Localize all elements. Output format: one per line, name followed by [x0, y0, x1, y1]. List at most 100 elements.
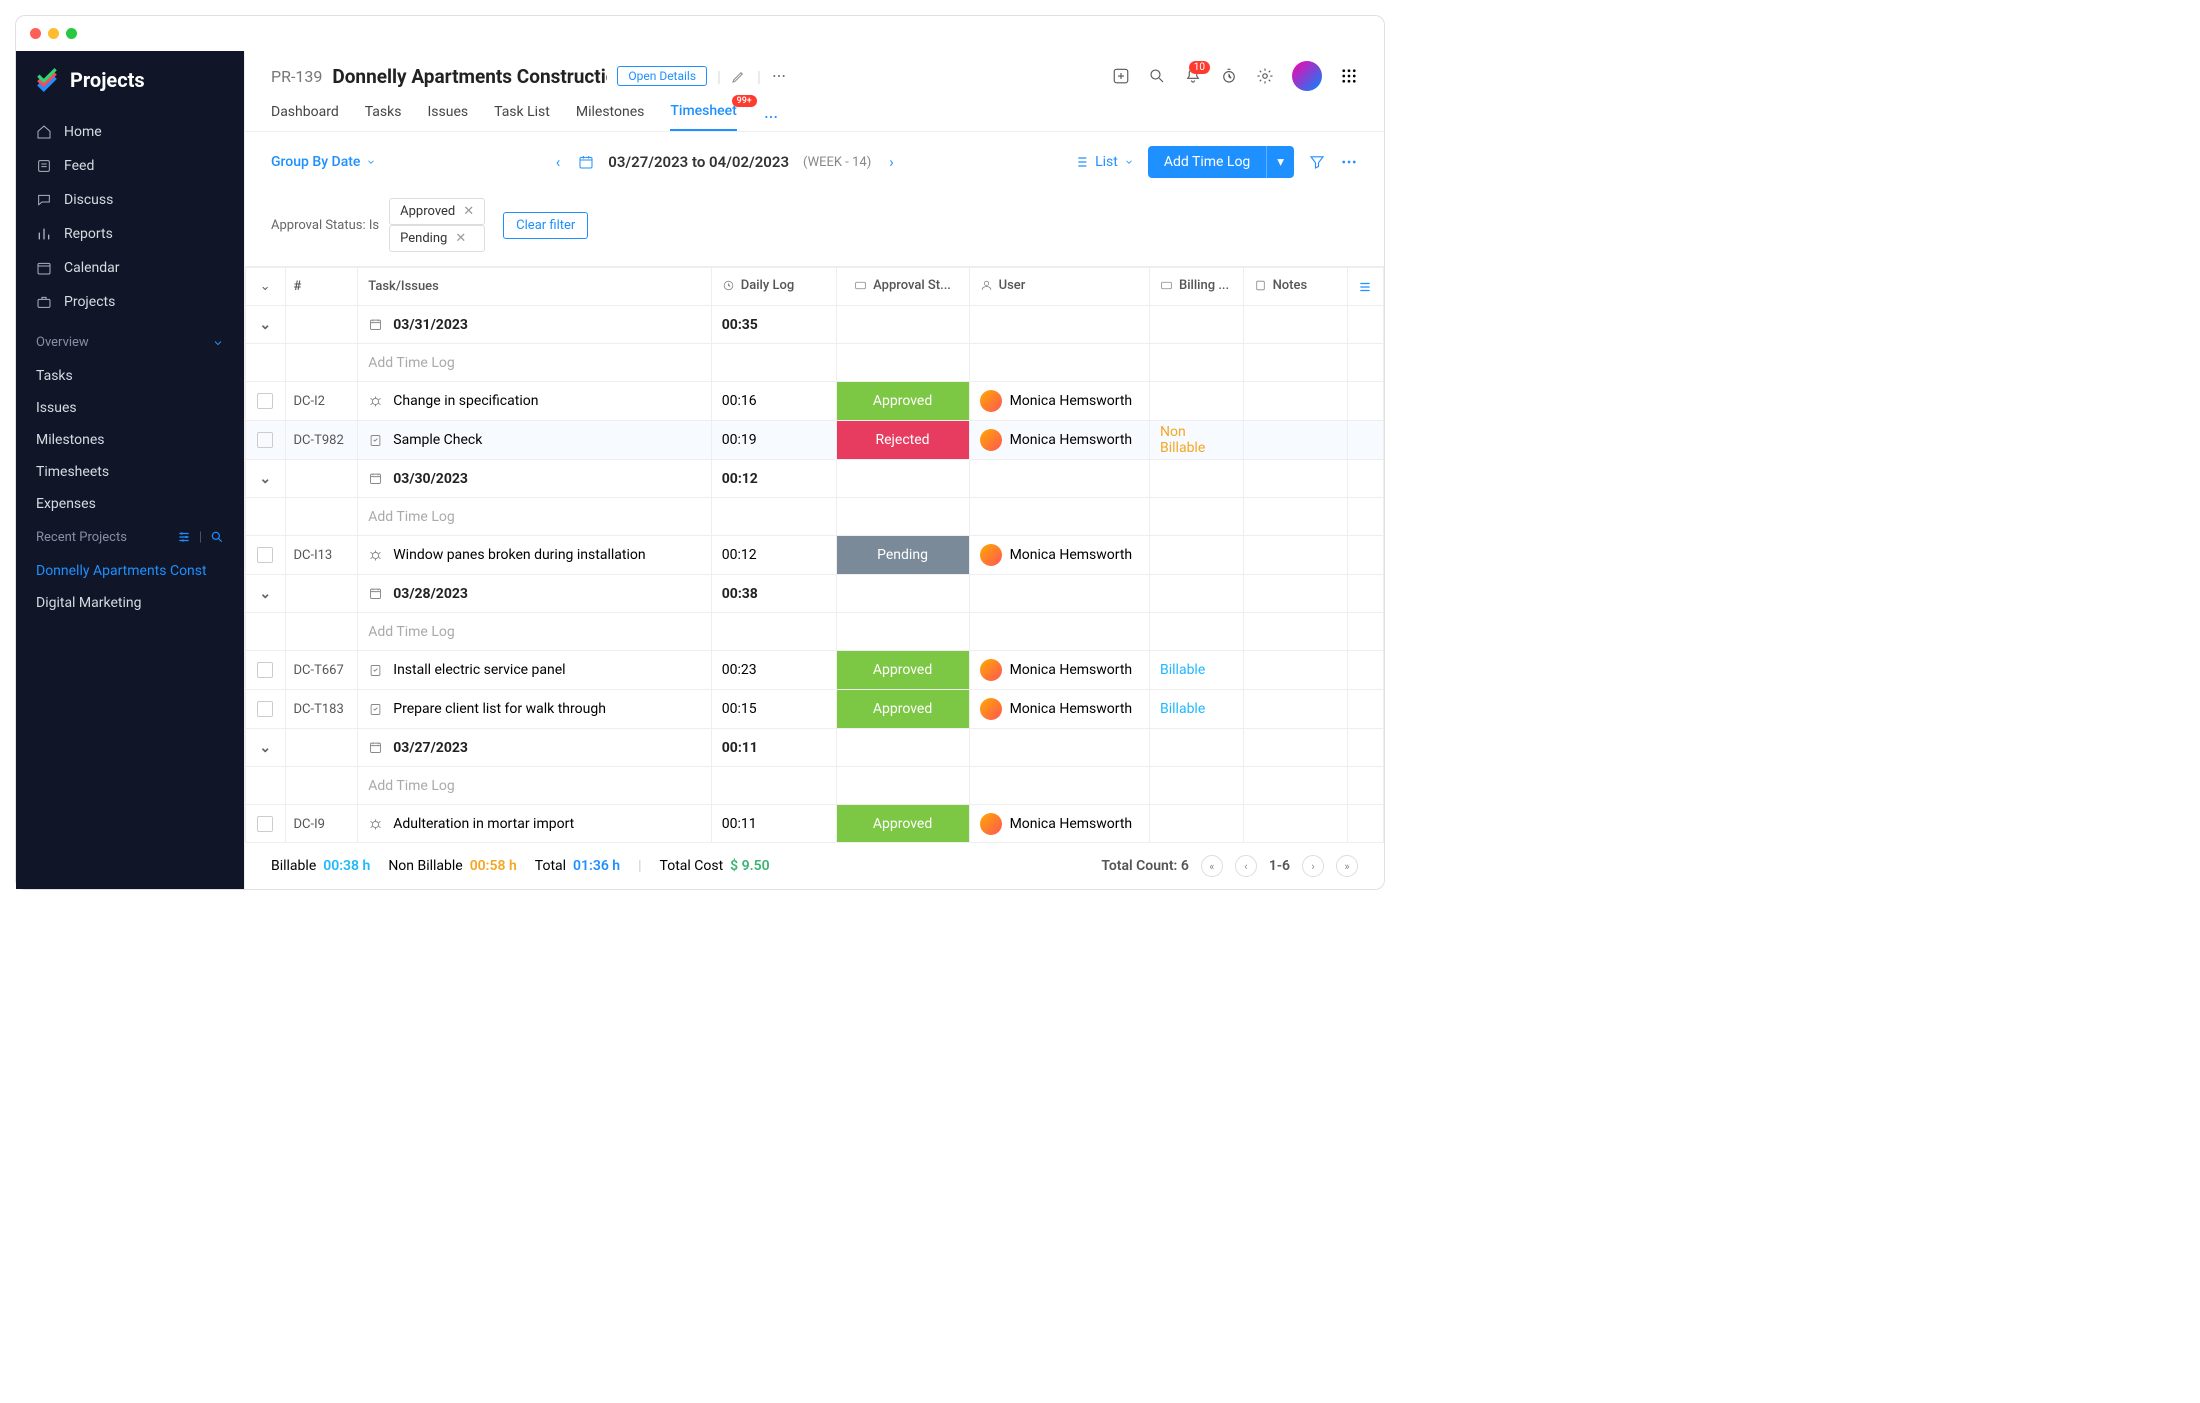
card-icon: [854, 279, 867, 292]
clock-icon: [722, 279, 735, 292]
row-checkbox[interactable]: [257, 393, 273, 409]
collapse-toggle[interactable]: ⌄: [259, 740, 271, 756]
sidebar-item-reports[interactable]: Reports: [16, 217, 244, 251]
row-checkbox[interactable]: [257, 816, 273, 832]
pager-prev[interactable]: ‹: [1235, 855, 1257, 877]
col-expand[interactable]: ⌄: [246, 268, 286, 306]
collapse-toggle[interactable]: ⌄: [259, 586, 271, 602]
more-icon[interactable]: [1340, 153, 1358, 171]
group-by-dropdown[interactable]: Group By Date: [271, 154, 376, 170]
row-checkbox[interactable]: [257, 701, 273, 717]
total-count: Total Count: 6: [1101, 858, 1189, 874]
timesheet-entry-row[interactable]: DC-I9Adulteration in mortar import00:11A…: [246, 805, 1384, 843]
close-window-dot[interactable]: [30, 28, 41, 39]
pager-next[interactable]: ›: [1302, 855, 1324, 877]
timer-icon[interactable]: [1220, 67, 1238, 85]
more-tabs-icon[interactable]: [763, 109, 779, 125]
remove-chip-icon[interactable]: ✕: [455, 231, 466, 246]
status-badge: Approved: [837, 651, 969, 689]
timesheet-entry-row[interactable]: DC-I13Window panes broken during install…: [246, 536, 1384, 575]
more-icon[interactable]: [771, 68, 787, 84]
apps-grid-icon[interactable]: [1340, 67, 1358, 85]
sidebar-item-timesheets[interactable]: Timesheets: [16, 456, 244, 488]
col-notes: Notes: [1243, 268, 1347, 306]
task-name: Adulteration in mortar import: [393, 816, 574, 832]
note-icon: [1254, 279, 1267, 292]
feed-icon: [36, 158, 52, 174]
add-time-log-button[interactable]: Add Time Log: [1148, 146, 1266, 178]
search-icon[interactable]: [210, 530, 224, 544]
add-time-log-dropdown[interactable]: ▾: [1266, 146, 1294, 178]
sliders-icon[interactable]: [177, 530, 191, 544]
sidebar-item-feed[interactable]: Feed: [16, 149, 244, 183]
overview-section-head[interactable]: Overview: [16, 325, 244, 360]
tab-milestones[interactable]: Milestones: [576, 104, 645, 130]
recent-project-item[interactable]: Digital Marketing: [16, 587, 244, 619]
tab-tasks[interactable]: Tasks: [365, 104, 402, 130]
timesheet-entry-row[interactable]: DC-T667Install electric service panel00:…: [246, 651, 1384, 690]
add-time-log-row[interactable]: Add Time Log: [246, 344, 1384, 382]
tab-dashboard[interactable]: Dashboard: [271, 104, 339, 130]
edit-icon[interactable]: [731, 68, 747, 84]
brand: Projects: [16, 51, 244, 109]
pager-last[interactable]: »: [1336, 855, 1358, 877]
sidebar-item-milestones[interactable]: Milestones: [16, 424, 244, 456]
prev-week-button[interactable]: ‹: [552, 153, 565, 171]
timesheet-entry-row[interactable]: DC-I2Change in specification00:16Approve…: [246, 382, 1384, 421]
row-checkbox[interactable]: [257, 662, 273, 678]
user-avatar[interactable]: [1292, 61, 1322, 91]
user-avatar: [980, 544, 1002, 566]
daily-log-value: 00:12: [711, 536, 836, 575]
recent-project-item[interactable]: Donnelly Apartments Const: [16, 555, 244, 587]
user-icon: [980, 279, 993, 292]
clear-filter-button[interactable]: Clear filter: [503, 212, 588, 239]
view-switch[interactable]: List: [1073, 154, 1134, 170]
collapse-toggle[interactable]: ⌄: [259, 471, 271, 487]
filter-icon[interactable]: [1308, 153, 1326, 171]
user-name: Monica Hemsworth: [1010, 701, 1133, 717]
status-badge: Approved: [837, 805, 969, 842]
col-config[interactable]: [1347, 268, 1383, 306]
status-badge: Approved: [837, 690, 969, 728]
filter-chip: Pending✕: [389, 225, 485, 252]
sidebar-item-discuss[interactable]: Discuss: [16, 183, 244, 217]
filter-label: Approval Status: Is: [271, 218, 379, 233]
collapse-toggle[interactable]: ⌄: [259, 317, 271, 333]
timesheet-entry-row[interactable]: DC-T183Prepare client list for walk thro…: [246, 690, 1384, 729]
row-checkbox[interactable]: [257, 432, 273, 448]
user-avatar: [980, 429, 1002, 451]
sidebar-item-home[interactable]: Home: [16, 115, 244, 149]
add-time-log-row[interactable]: Add Time Log: [246, 498, 1384, 536]
tab-task-list[interactable]: Task List: [494, 104, 550, 130]
tab-issues[interactable]: Issues: [427, 104, 468, 130]
tab-timesheet[interactable]: Timesheet99+: [670, 103, 736, 131]
notifications-button[interactable]: 10: [1184, 67, 1202, 85]
add-time-log-row[interactable]: Add Time Log: [246, 767, 1384, 805]
next-week-button[interactable]: ›: [885, 153, 898, 171]
row-checkbox[interactable]: [257, 547, 273, 563]
header: PR-139 Donnelly Apartments Constructic O…: [245, 51, 1384, 132]
task-name: Prepare client list for walk through: [393, 701, 606, 717]
calendar-icon[interactable]: [578, 154, 594, 170]
add-icon[interactable]: [1112, 67, 1130, 85]
minimize-window-dot[interactable]: [48, 28, 59, 39]
status-badge: Pending: [837, 536, 969, 574]
add-time-log-row[interactable]: Add Time Log: [246, 613, 1384, 651]
sidebar-item-issues[interactable]: Issues: [16, 392, 244, 424]
search-icon[interactable]: [1148, 67, 1166, 85]
sidebar-item-projects[interactable]: Projects: [16, 285, 244, 319]
remove-chip-icon[interactable]: ✕: [463, 204, 474, 219]
open-details-button[interactable]: Open Details: [617, 66, 707, 86]
maximize-window-dot[interactable]: [66, 28, 77, 39]
chevron-down-icon: [212, 337, 224, 349]
sidebar-item-calendar[interactable]: Calendar: [16, 251, 244, 285]
tab-badge: 99+: [732, 95, 757, 107]
pager-first[interactable]: «: [1201, 855, 1223, 877]
sidebar-item-tasks[interactable]: Tasks: [16, 360, 244, 392]
pager-range: 1-6: [1269, 858, 1290, 874]
sidebar-item-expenses[interactable]: Expenses: [16, 488, 244, 520]
gear-icon[interactable]: [1256, 67, 1274, 85]
timesheet-entry-row[interactable]: DC-T982Sample Check00:19RejectedMonica H…: [246, 421, 1384, 460]
date-group-row: ⌄03/30/202300:12: [246, 460, 1384, 498]
date-group-row: ⌄03/31/202300:35: [246, 306, 1384, 344]
